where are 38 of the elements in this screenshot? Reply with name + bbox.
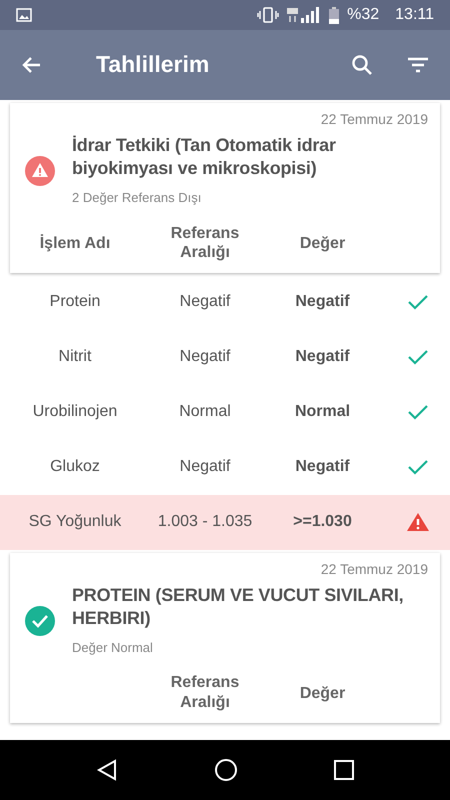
test-date: 22 Temmuz 2019 bbox=[320, 560, 428, 579]
signal-icon bbox=[287, 7, 322, 23]
column-header: Değer bbox=[300, 235, 346, 252]
circle-icon bbox=[214, 758, 238, 782]
test-name: Glukoz bbox=[50, 458, 100, 476]
clock: 13:11 bbox=[395, 5, 434, 25]
test-name: SG Yoğunluk bbox=[28, 513, 122, 530]
home-nav-button[interactable] bbox=[214, 758, 238, 782]
column-header: Referans Aralığı bbox=[170, 224, 240, 262]
result-value: Normal bbox=[294, 403, 350, 420]
test-summary: 2 Değer Referans Dışı bbox=[72, 189, 202, 208]
result-value: Negatif bbox=[295, 458, 350, 476]
reference-range: Negatif bbox=[180, 458, 230, 476]
reference-range: Normal bbox=[179, 403, 231, 420]
column-header: İşlem Adı bbox=[40, 235, 110, 252]
test-summary: Değer Normal bbox=[72, 638, 154, 657]
column-header: Referans Aralığı bbox=[170, 673, 240, 712]
recents-nav-button[interactable] bbox=[332, 759, 355, 781]
result-value: >=1.030 bbox=[293, 513, 352, 530]
test-name: Nitrit bbox=[58, 348, 92, 366]
vibrate-icon bbox=[257, 7, 280, 23]
battery-icon bbox=[329, 6, 340, 24]
test-title: İdrar Tetkiki (Tan Otomatik idrar biyokimyası ve mikroskopisi) bbox=[72, 134, 337, 180]
square-icon bbox=[332, 759, 355, 781]
test-date: 22 Temmuz 2019 bbox=[320, 110, 428, 129]
column-header: Değer bbox=[300, 684, 346, 702]
test-name: Urobilinojen bbox=[32, 403, 118, 420]
result-value: Negatif bbox=[295, 348, 350, 366]
search-icon bbox=[350, 53, 374, 77]
battery-percent: %32 bbox=[347, 5, 380, 25]
reference-range: 1.003 - 1.035 bbox=[158, 513, 252, 530]
result-value: Negatif bbox=[295, 293, 350, 310]
screen-title: Tahlillerim bbox=[96, 51, 210, 79]
image-icon bbox=[16, 8, 32, 22]
reference-range: Negatif bbox=[180, 348, 230, 366]
test-title: PROTEIN (SERUM VE VUCUT SIVILARI, HERBIRI) bbox=[72, 584, 404, 630]
reference-range: Negatif bbox=[180, 293, 230, 310]
test-name: Protein bbox=[50, 293, 100, 310]
